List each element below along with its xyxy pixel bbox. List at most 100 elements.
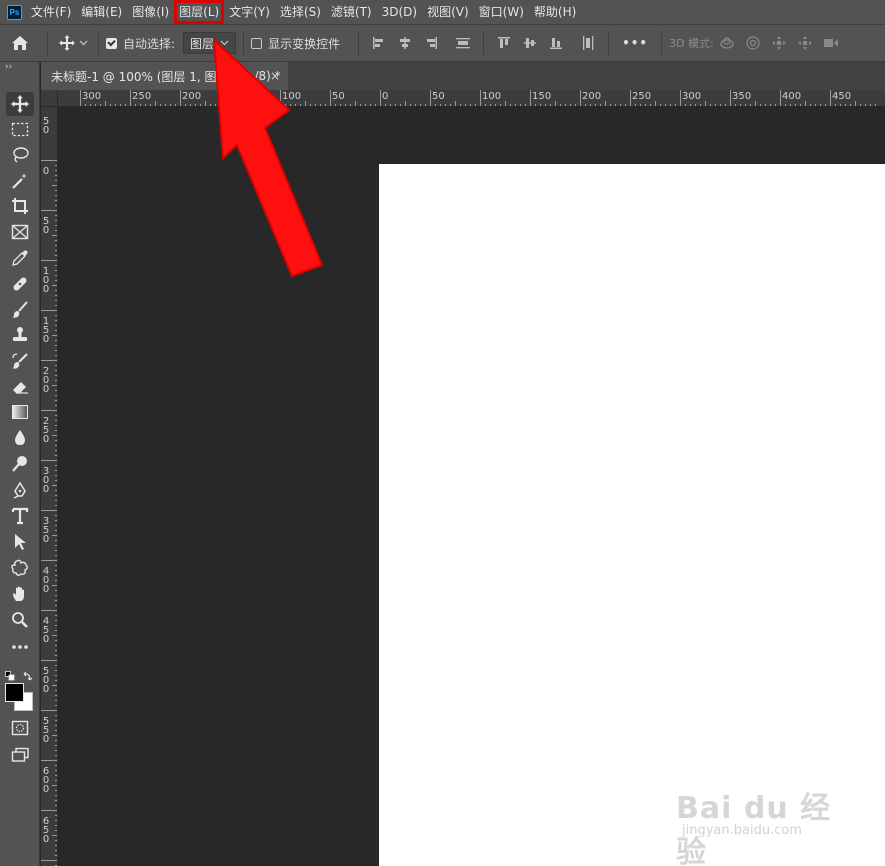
menu-filter[interactable]: 滤镜(T) bbox=[328, 2, 375, 22]
auto-select-target-value: 图层 bbox=[190, 36, 215, 51]
align-vertical-centers-icon[interactable] bbox=[521, 34, 539, 52]
canvas-workspace[interactable] bbox=[58, 107, 885, 866]
ruler-label: 450 bbox=[832, 91, 852, 102]
custom-shape-icon bbox=[11, 559, 28, 576]
auto-select-checkbox[interactable] bbox=[106, 37, 117, 49]
clone-stamp-tool[interactable] bbox=[6, 323, 34, 347]
move-tool[interactable] bbox=[6, 92, 34, 116]
drop-icon bbox=[15, 430, 25, 445]
align-right-edges-icon[interactable] bbox=[422, 34, 440, 52]
menu-help[interactable]: 帮助(H) bbox=[531, 2, 579, 22]
3d-mode-label: 3D 模式: bbox=[669, 37, 714, 50]
menu-select[interactable]: 选择(S) bbox=[277, 2, 324, 22]
ruler-label: 6 5 0 bbox=[42, 816, 50, 845]
3d-slide-icon[interactable] bbox=[796, 34, 814, 52]
swap-colors-icon[interactable] bbox=[23, 666, 33, 681]
align-left-edges-icon[interactable] bbox=[370, 34, 388, 52]
dodge-tool[interactable] bbox=[6, 452, 34, 476]
eraser-tool[interactable] bbox=[6, 375, 34, 399]
menu-layer[interactable]: 图层(L) bbox=[174, 0, 225, 24]
eyedropper-icon bbox=[12, 250, 28, 266]
collapse-toolbar-button[interactable]: ›› bbox=[0, 62, 39, 74]
menu-window[interactable]: 窗口(W) bbox=[476, 2, 527, 22]
home-icon bbox=[12, 36, 28, 50]
tools-panel: ›› bbox=[0, 62, 40, 866]
photoshop-window: Ps 文件(F) 编辑(E) 图像(I) 图层(L) 文字(Y) 选择(S) 滤… bbox=[0, 0, 885, 866]
ruler-tick bbox=[830, 90, 831, 106]
foreground-color-swatch[interactable] bbox=[5, 683, 24, 702]
ruler-label: 1 0 0 bbox=[42, 266, 50, 295]
distribute-vertical-icon[interactable] bbox=[454, 34, 472, 52]
auto-select-label: 自动选择: bbox=[123, 36, 176, 51]
ruler-tick bbox=[130, 90, 131, 106]
ruler-label: 100 bbox=[482, 91, 502, 102]
crop-tool[interactable] bbox=[6, 194, 34, 218]
ruler-label: 5 0 bbox=[42, 116, 50, 136]
menu-list: 文件(F) 编辑(E) 图像(I) 图层(L) 文字(Y) 选择(S) 滤镜(T… bbox=[28, 0, 583, 24]
menu-file[interactable]: 文件(F) bbox=[28, 2, 74, 22]
ruler-label: 200 bbox=[582, 91, 602, 102]
ruler-tick bbox=[80, 90, 81, 106]
align-horizontal-centers-icon[interactable] bbox=[396, 34, 414, 52]
menu-view[interactable]: 视图(V) bbox=[424, 2, 472, 22]
blur-tool[interactable] bbox=[6, 426, 34, 450]
path-selection-tool[interactable] bbox=[6, 530, 34, 554]
hand-icon bbox=[13, 586, 24, 601]
eraser-icon bbox=[13, 382, 28, 394]
menu-edit[interactable]: 编辑(E) bbox=[78, 2, 125, 22]
ruler-tick bbox=[41, 360, 57, 361]
menu-image[interactable]: 图像(I) bbox=[129, 2, 172, 22]
type-tool[interactable] bbox=[6, 504, 34, 528]
ruler-tick bbox=[630, 90, 631, 106]
eyedropper-tool[interactable] bbox=[6, 246, 34, 270]
document-canvas[interactable] bbox=[379, 164, 885, 866]
default-colors-icon[interactable] bbox=[5, 666, 15, 681]
auto-select-target-dropdown[interactable]: 图层 bbox=[183, 32, 237, 54]
document-tab[interactable]: 未标题-1 @ 100% (图层 1, 图层 /8) * × bbox=[41, 62, 288, 90]
menu-type[interactable]: 文字(Y) bbox=[226, 2, 273, 22]
divider bbox=[47, 31, 48, 55]
ruler-label: 200 bbox=[182, 91, 202, 102]
zoom-tool[interactable] bbox=[6, 608, 34, 632]
vertical-ruler[interactable]: 5 0 0 5 0 1 0 0 1 5 0 2 0 0 2 5 0 3 0 0 3 5 0 4 0… bbox=[41, 107, 58, 866]
shape-tool[interactable] bbox=[6, 556, 34, 580]
brush-tool[interactable] bbox=[6, 298, 34, 322]
magic-wand-tool[interactable] bbox=[6, 169, 34, 193]
show-transform-checkbox[interactable] bbox=[251, 37, 263, 49]
align-bottom-edges-icon[interactable] bbox=[547, 34, 565, 52]
distribute-horizontal-icon[interactable] bbox=[579, 34, 597, 52]
more-icon bbox=[12, 645, 28, 649]
menu-3d[interactable]: 3D(D) bbox=[379, 2, 420, 22]
align-top-edges-icon[interactable] bbox=[495, 34, 513, 52]
frame-tool[interactable] bbox=[6, 220, 34, 244]
ruler-label: 2 0 0 bbox=[42, 366, 50, 395]
3d-pan-icon[interactable] bbox=[770, 34, 788, 52]
3d-scale-icon[interactable] bbox=[822, 34, 840, 52]
ruler-tick bbox=[280, 90, 281, 106]
3d-orbit-icon[interactable] bbox=[718, 34, 736, 52]
3d-roll-icon[interactable] bbox=[744, 34, 762, 52]
move-tool-preset-button[interactable] bbox=[55, 30, 91, 56]
history-brush-icon bbox=[12, 353, 28, 369]
move-icon bbox=[11, 95, 29, 113]
lasso-tool[interactable] bbox=[6, 143, 34, 167]
ruler-label: 100 bbox=[282, 91, 302, 102]
home-button[interactable] bbox=[0, 30, 40, 56]
marquee-tool[interactable] bbox=[6, 118, 34, 142]
ruler-tick bbox=[41, 660, 57, 661]
quick-mask-button[interactable] bbox=[6, 716, 34, 740]
screen-mode-button[interactable] bbox=[6, 743, 34, 767]
more-options-button[interactable]: ••• bbox=[622, 36, 648, 50]
ruler-label: 0 bbox=[42, 166, 50, 177]
more-tools[interactable] bbox=[6, 635, 34, 659]
ruler-origin[interactable] bbox=[41, 90, 58, 107]
pen-tool[interactable] bbox=[6, 478, 34, 502]
divider bbox=[661, 31, 663, 55]
healing-brush-tool[interactable] bbox=[6, 272, 34, 296]
horizontal-ruler[interactable]: 300 250 200 150 100 50 0 50 100 150 200 250 300 350 40… bbox=[58, 90, 885, 107]
gradient-tool[interactable] bbox=[6, 400, 34, 424]
close-icon[interactable]: × bbox=[270, 69, 280, 83]
ruler-label: 3 5 0 bbox=[42, 516, 50, 545]
hand-tool[interactable] bbox=[6, 582, 34, 606]
history-brush-tool[interactable] bbox=[6, 349, 34, 373]
